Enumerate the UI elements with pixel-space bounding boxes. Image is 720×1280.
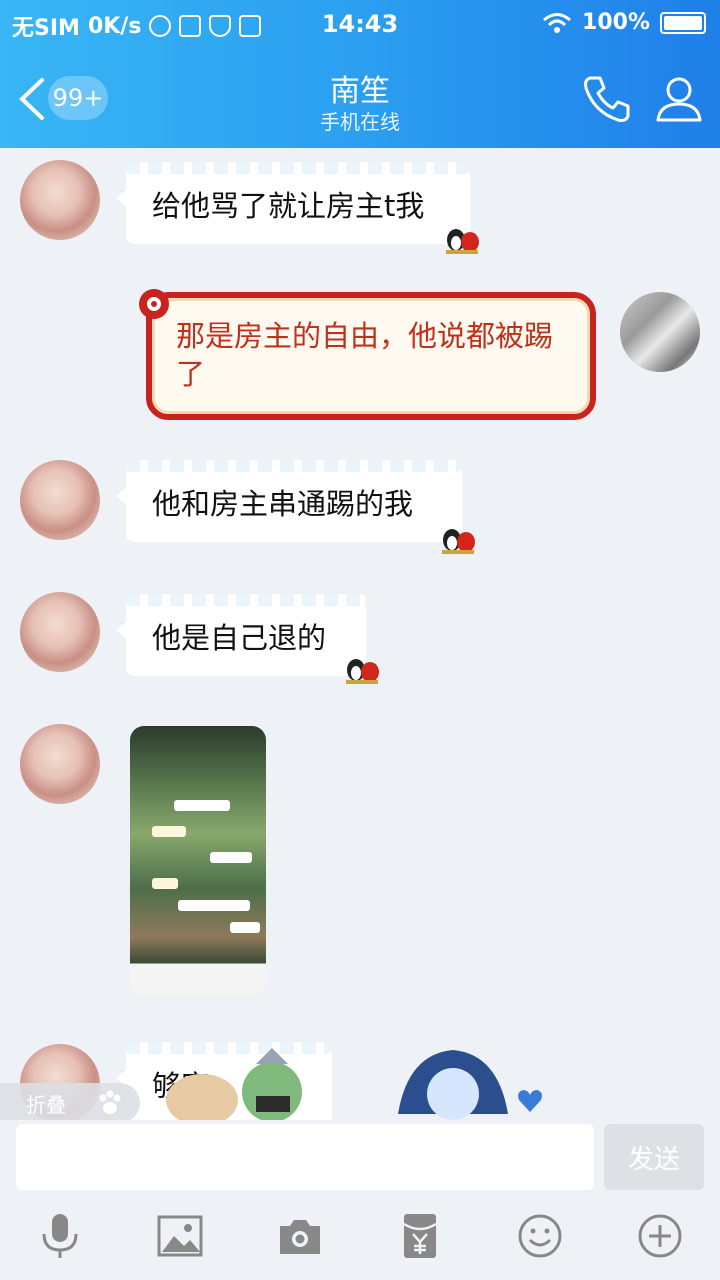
- message-text: 那是房主的自由，他说都被踢了: [176, 319, 554, 391]
- red-packet-icon[interactable]: [396, 1212, 444, 1260]
- paw-icon: [99, 1090, 121, 1114]
- image-message-thumbnail[interactable]: [130, 726, 266, 996]
- top-bar: 无SIM 0K/s 14:43 100% 99+ 南笙 手机在线: [0, 0, 720, 148]
- wifi-icon: [543, 12, 571, 33]
- frost-decoration: [126, 162, 470, 174]
- anime-sticker-icon: [166, 1048, 302, 1120]
- profile-icon[interactable]: [652, 72, 706, 126]
- chat-area[interactable]: 给他骂了就让房主t我 那是房主的自由，他说都被踢了 他和房主串通踢的我 他是自己…: [0, 148, 720, 1120]
- contact-avatar[interactable]: [20, 160, 100, 240]
- chat-header: 99+ 南笙 手机在线: [0, 50, 720, 148]
- status-right: 100%: [542, 10, 706, 35]
- contact-avatar[interactable]: [20, 592, 100, 672]
- message-bubble[interactable]: 他和房主串通踢的我: [116, 460, 462, 542]
- collapse-tag[interactable]: 折叠: [0, 1083, 140, 1120]
- flower-decoration-icon: [139, 289, 169, 319]
- battery-percent: 100%: [582, 10, 650, 35]
- input-bar: 发送: [0, 1120, 720, 1280]
- frost-decoration: [126, 460, 462, 472]
- thumbnail-bubble: [230, 922, 260, 933]
- thumbnail-bubble: [152, 878, 178, 889]
- thumbnail-bubble: [174, 800, 230, 811]
- message-bubble[interactable]: 给他骂了就让房主t我: [116, 162, 470, 244]
- my-message-bubble[interactable]: 那是房主的自由，他说都被踢了: [146, 292, 596, 420]
- message-text: 他和房主串通踢的我: [152, 487, 414, 521]
- thumbnail-bubble: [178, 900, 250, 911]
- message-bubble[interactable]: 他是自己退的: [116, 594, 366, 676]
- self-avatar[interactable]: [620, 292, 700, 372]
- penguin-sticker-icon: [442, 529, 475, 554]
- frost-decoration: [126, 594, 366, 606]
- plus-icon[interactable]: [636, 1212, 684, 1260]
- collapse-tag-label: 折叠: [26, 1093, 66, 1117]
- send-button[interactable]: 发送: [604, 1124, 704, 1190]
- message-text: 给他骂了就让房主t我: [152, 189, 425, 223]
- thumbnail-bubble: [152, 826, 186, 837]
- contact-avatar[interactable]: [20, 460, 100, 540]
- emoji-icon[interactable]: [516, 1212, 564, 1260]
- phone-icon[interactable]: [580, 72, 634, 126]
- penguin-sticker-icon: [346, 659, 379, 684]
- thumbnail-bubble: [210, 852, 252, 863]
- microphone-icon[interactable]: [36, 1212, 84, 1260]
- status-bar: 无SIM 0K/s 14:43 100%: [0, 0, 720, 50]
- battery-icon: [660, 11, 706, 34]
- anime-sticker-icon: [398, 1050, 508, 1120]
- camera-icon[interactable]: [276, 1212, 324, 1260]
- image-icon[interactable]: [156, 1212, 204, 1260]
- contact-avatar[interactable]: [20, 724, 100, 804]
- heart-icon: [518, 1090, 542, 1112]
- penguin-sticker-icon: [446, 229, 479, 254]
- message-input[interactable]: [16, 1124, 594, 1190]
- message-text: 他是自己退的: [152, 621, 327, 655]
